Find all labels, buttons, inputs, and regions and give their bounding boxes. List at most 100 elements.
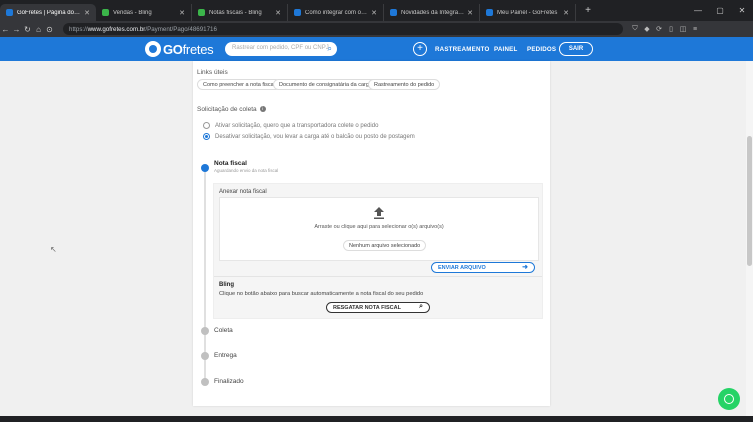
close-tab-icon[interactable]: ✕ — [275, 9, 281, 17]
close-tab-icon[interactable]: ✕ — [179, 9, 185, 17]
tab-title: GoFretes | Página do pedido — [17, 9, 81, 16]
radio-label: Desativar solicitação, vou levar a carga… — [215, 133, 415, 140]
resgatar-label: RESGATAR NOTA FISCAL — [333, 305, 401, 311]
resgatar-nota-fiscal-button[interactable]: RESGATAR NOTA FISCAL ⌕ — [326, 302, 430, 313]
close-tab-icon[interactable]: ✕ — [467, 9, 473, 17]
coleta-title-text: Solicitação de coleta — [197, 106, 257, 113]
bling-favicon-icon — [198, 9, 205, 16]
step-dot-nota-fiscal — [201, 164, 209, 172]
link-chip-nota-fiscal[interactable]: Como preencher a nota fiscal — [197, 79, 281, 90]
close-tab-icon[interactable]: ✕ — [563, 9, 569, 17]
bling-title: Bling — [219, 282, 234, 288]
radio-label: Ativar solicitação, quero que a transpor… — [215, 122, 379, 129]
nav-painel[interactable]: PAINEL — [494, 46, 517, 53]
radio-button-selected[interactable] — [203, 133, 210, 140]
extension-icons: ⛉ ◆ ⟳ ▯ ◫ ≡ — [629, 25, 701, 33]
nav-rastreamento[interactable]: RASTREAMENTO — [435, 46, 490, 53]
bookmark-icon[interactable]: ▯ — [665, 25, 677, 33]
page-scrollbar[interactable] — [746, 61, 753, 416]
search-icon: ⌕ — [419, 303, 423, 310]
gofretes-favicon-icon — [6, 9, 13, 16]
dropzone-text: Arraste ou clique aqui para selecionar o… — [314, 224, 444, 230]
close-window-icon[interactable]: ✕ — [731, 6, 753, 15]
anexar-title: Anexar nota fiscal — [219, 189, 267, 195]
bling-section: Bling Clique no botão abaixo para buscar… — [214, 276, 542, 318]
bling-favicon-icon — [102, 9, 109, 16]
step-dot-entrega — [201, 352, 209, 360]
browser-tab-central[interactable]: Como integrar com o Bling - Central ✕ — [288, 4, 384, 21]
step-title-entrega: Entrega — [214, 352, 237, 359]
tab-title: Notas fiscais - Bling — [209, 9, 262, 16]
extension-icon[interactable]: ◆ — [641, 25, 653, 33]
coleta-title: Solicitação de coleta i — [197, 106, 266, 113]
taskbar-strip — [0, 416, 753, 422]
gofretes-favicon-icon — [486, 9, 493, 16]
new-tab-button[interactable]: + — [582, 5, 594, 16]
forward-icon[interactable]: → — [11, 25, 22, 34]
tracking-search-input[interactable]: Rastrear com pedido, CPF ou CNPJ ⌕ — [225, 42, 337, 56]
tab-title: Novidades da Integração GoFretes x — [401, 9, 465, 16]
mouse-cursor-icon: ↖ — [50, 245, 57, 254]
reload-icon[interactable]: ↻ — [22, 25, 33, 34]
shield-icon[interactable]: ⛉ — [629, 25, 641, 33]
bling-description: Clique no botão abaixo para buscar autom… — [219, 291, 424, 297]
step-dot-finalizado — [201, 378, 209, 386]
central-favicon-icon — [294, 9, 301, 16]
close-tab-icon[interactable]: ✕ — [84, 9, 90, 17]
browser-tab-meu-painel[interactable]: Meu Painel - GoFretes ✕ — [480, 4, 576, 21]
browser-tab-strip: GoFretes | Página do pedido ✕ Vendas - B… — [0, 0, 753, 21]
whatsapp-icon[interactable] — [718, 388, 740, 410]
url-host: www.gofretes.com.br — [87, 25, 146, 33]
upload-icon — [374, 207, 384, 219]
browser-tab-bling-vendas[interactable]: Vendas - Bling ✕ — [96, 4, 192, 21]
refresh-extension-icon[interactable]: ⟳ — [653, 25, 665, 33]
links-uteis-title: Links úteis — [197, 69, 228, 76]
url-field[interactable]: https://www.gofretes.com.br/Payment/Pago… — [63, 23, 623, 35]
back-icon[interactable]: ← — [0, 25, 11, 34]
send-file-label: ENVIAR ARQUIVO — [438, 265, 486, 271]
step-subtitle-nota-fiscal: Aguardando envio da nota fiscal — [214, 168, 279, 173]
step-title-coleta: Coleta — [214, 327, 233, 334]
step-title-nota-fiscal: Nota fiscal — [214, 160, 247, 167]
radio-desativar-coleta[interactable]: Desativar solicitação, vou levar a carga… — [203, 133, 415, 140]
home-icon[interactable]: ⌂ — [33, 25, 44, 34]
tab-search-icon[interactable]: ⊙ — [44, 25, 55, 34]
site-header: GOfretes Rastrear com pedido, CPF ou CNP… — [0, 37, 753, 61]
nota-fiscal-panel: Anexar nota fiscal Arraste ou clique aqu… — [213, 183, 543, 319]
step-title-finalizado: Finalizado — [214, 378, 244, 385]
search-placeholder: Rastrear com pedido, CPF ou CNPJ — [232, 45, 329, 51]
add-order-button[interactable]: + — [413, 42, 427, 56]
order-card: Links úteis Como preencher a nota fiscal… — [193, 61, 550, 406]
close-tab-icon[interactable]: ✕ — [371, 9, 377, 17]
address-bar-row: ← → ↻ ⌂ ⊙ https://www.gofretes.com.br/Pa… — [0, 21, 753, 37]
link-chip-consignataria[interactable]: Documento de consignatária da carga — [273, 79, 378, 90]
url-path: /Payment/Pago/48691716 — [145, 25, 217, 33]
link-chip-rastreamento[interactable]: Rastreamento do pedido — [368, 79, 441, 90]
arrow-right-icon: ➜ — [522, 264, 528, 271]
minimize-icon[interactable]: — — [687, 6, 709, 15]
menu-icon[interactable]: ≡ — [689, 26, 701, 33]
gofretes-logo[interactable]: GOfretes — [145, 41, 214, 57]
browser-tab-gofretes-pedido[interactable]: GoFretes | Página do pedido ✕ — [0, 4, 96, 21]
logo-text: GOfretes — [163, 41, 214, 57]
tab-title: Vendas - Bling — [113, 9, 152, 16]
window-controls: — ▢ ✕ — [687, 0, 753, 21]
maximize-icon[interactable]: ▢ — [709, 6, 731, 15]
info-icon[interactable]: i — [259, 106, 266, 112]
sidebar-icon[interactable]: ◫ — [677, 25, 689, 33]
logout-button[interactable]: SAIR — [559, 42, 593, 56]
logo-mark-icon — [145, 41, 161, 57]
send-file-button[interactable]: ENVIAR ARQUIVO ➜ — [431, 262, 535, 273]
nav-pedidos[interactable]: PEDIDOS — [527, 46, 556, 53]
step-dot-coleta — [201, 327, 209, 335]
radio-button[interactable] — [203, 122, 210, 129]
browser-tab-novidades[interactable]: Novidades da Integração GoFretes x ✕ — [384, 4, 480, 21]
no-file-selected-badge: Nenhum arquivo selecionado — [343, 240, 427, 251]
browser-tab-bling-notas[interactable]: Notas fiscais - Bling ✕ — [192, 4, 288, 21]
file-dropzone[interactable]: Arraste ou clique aqui para selecionar o… — [219, 197, 539, 261]
tab-title: Meu Painel - GoFretes — [497, 9, 558, 16]
scrollbar-thumb[interactable] — [747, 136, 752, 266]
radio-ativar-coleta[interactable]: Ativar solicitação, quero que a transpor… — [203, 122, 378, 129]
url-prefix: https:// — [69, 25, 88, 33]
search-icon[interactable]: ⌕ — [328, 44, 332, 54]
